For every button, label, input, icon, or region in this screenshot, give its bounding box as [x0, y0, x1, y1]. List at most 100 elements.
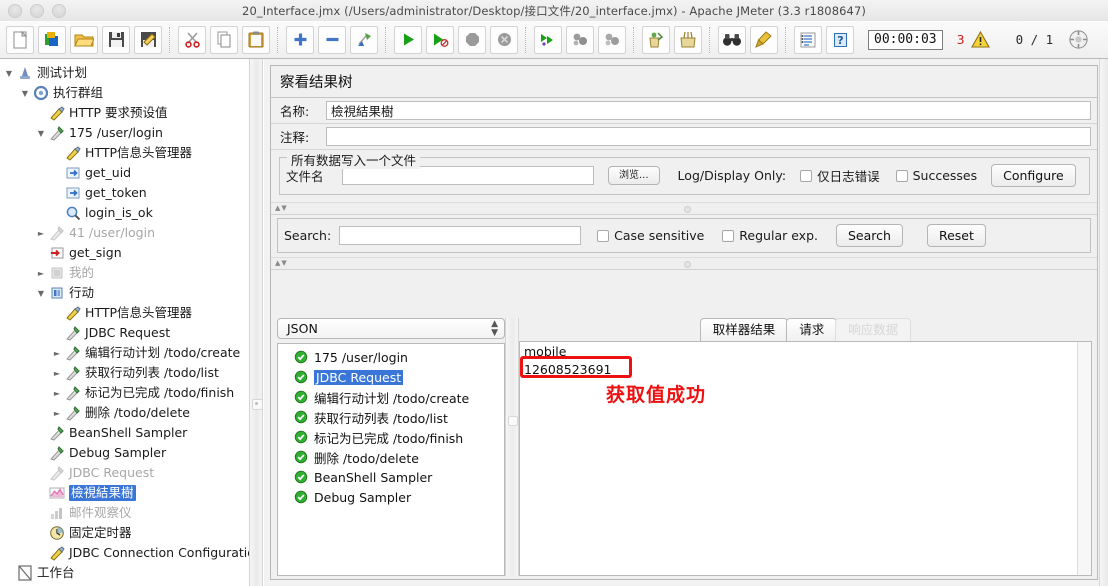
- start-no-pauses-icon[interactable]: [426, 25, 454, 54]
- tree-item[interactable]: login_is_ok: [0, 203, 249, 223]
- chevron-right-icon[interactable]: ►: [50, 349, 64, 358]
- divider-dot-icon-2[interactable]: [684, 261, 691, 268]
- bottom-divider[interactable]: ▲▼: [271, 257, 1097, 270]
- tree-item[interactable]: ► 我的: [0, 263, 249, 283]
- result-row[interactable]: 删除 /todo/delete: [278, 447, 504, 467]
- tree-item[interactable]: HTTP信息头管理器: [0, 143, 249, 163]
- tree-item[interactable]: ▼ 测试计划: [0, 63, 249, 83]
- renderer-select[interactable]: JSON ▲ ▼: [277, 318, 505, 339]
- errors-only-checkbox-box[interactable]: [800, 169, 813, 182]
- tree-item[interactable]: ▼ 行动: [0, 283, 249, 303]
- tree-item[interactable]: ► 编辑行动计划 /todo/create: [0, 343, 249, 363]
- result-row[interactable]: 标记为已完成 /todo/finish: [278, 427, 504, 447]
- result-row[interactable]: JDBC Request: [278, 367, 504, 387]
- tree-item[interactable]: 邮件观察仪: [0, 503, 249, 523]
- chevron-right-icon[interactable]: ►: [50, 369, 64, 378]
- regular-exp-checkbox-box[interactable]: [722, 229, 735, 242]
- cut-icon[interactable]: [178, 25, 206, 54]
- tree-item[interactable]: 檢視結果樹: [0, 483, 249, 503]
- chevron-right-icon[interactable]: ►: [34, 269, 48, 278]
- successes-checkbox-box[interactable]: [895, 169, 908, 182]
- chevron-down-icon[interactable]: ▼: [34, 289, 48, 298]
- save-icon[interactable]: [102, 25, 130, 54]
- top-divider[interactable]: ▲▼: [271, 202, 1097, 215]
- tree-item[interactable]: ▼ 执行群组: [0, 83, 249, 103]
- result-row[interactable]: 获取行动列表 /todo/list: [278, 407, 504, 427]
- new-icon[interactable]: [6, 25, 34, 54]
- name-input[interactable]: 檢視結果樹: [326, 101, 1091, 120]
- detail-scrollbar[interactable]: [1077, 342, 1091, 575]
- successes-checkbox[interactable]: Successes: [895, 168, 977, 183]
- chevron-down-icon[interactable]: ▼: [34, 129, 48, 138]
- divider-arrows-icon[interactable]: ▲▼: [275, 204, 288, 212]
- collapse-all-icon[interactable]: [318, 25, 346, 54]
- tree-item[interactable]: ► 获取行动列表 /todo/list: [0, 363, 249, 383]
- divider-dot-icon[interactable]: [684, 206, 691, 213]
- result-row[interactable]: BeanShell Sampler: [278, 467, 504, 487]
- tree-item[interactable]: 固定定时器: [0, 523, 249, 543]
- paste-icon[interactable]: [242, 25, 270, 54]
- browse-button[interactable]: 浏览...: [608, 166, 660, 185]
- save-as-icon[interactable]: [134, 25, 162, 54]
- case-sensitive-checkbox-box[interactable]: [597, 229, 610, 242]
- chevron-updown-icon[interactable]: ▲ ▼: [491, 319, 498, 338]
- warning-icon[interactable]: [970, 31, 990, 48]
- configure-button[interactable]: Configure: [991, 164, 1076, 187]
- tree-item[interactable]: ▼ 175 /user/login: [0, 123, 249, 143]
- toggle-icon[interactable]: [350, 25, 378, 54]
- clear-all-icon[interactable]: [674, 25, 702, 54]
- tree-item[interactable]: ► 标记为已完成 /todo/finish: [0, 383, 249, 403]
- results-detail-splitter[interactable]: [505, 318, 519, 576]
- reset-search-icon[interactable]: [750, 25, 778, 54]
- tree-item[interactable]: 工作台: [0, 563, 249, 583]
- start-icon[interactable]: [394, 25, 422, 54]
- vertical-splitter[interactable]: [249, 59, 263, 586]
- minimize-window-button[interactable]: [30, 3, 44, 18]
- search-input[interactable]: [339, 226, 582, 245]
- maximize-window-button[interactable]: [52, 3, 66, 18]
- copy-icon[interactable]: [210, 25, 238, 54]
- case-sensitive-checkbox[interactable]: Case sensitive: [597, 228, 704, 243]
- tree-item[interactable]: HTTP 要求预设值: [0, 103, 249, 123]
- tree-item[interactable]: ► 41 /user/login: [0, 223, 249, 243]
- help-icon[interactable]: ?: [826, 25, 854, 54]
- templates-icon[interactable]: [38, 25, 66, 54]
- search-icon[interactable]: [718, 25, 746, 54]
- close-window-button[interactable]: [8, 3, 22, 18]
- open-icon[interactable]: [70, 25, 98, 54]
- shutdown-icon[interactable]: [490, 25, 518, 54]
- expand-all-icon[interactable]: [286, 25, 314, 54]
- detail-tabs[interactable]: 取样器结果 请求 响应数据: [519, 318, 1092, 341]
- detail-body[interactable]: mobile 12608523691 获取值成功: [519, 341, 1092, 576]
- clear-icon[interactable]: [642, 25, 670, 54]
- result-row[interactable]: 175 /user/login: [278, 347, 504, 367]
- tree-item[interactable]: get_token: [0, 183, 249, 203]
- splitter-grip[interactable]: [252, 399, 263, 410]
- test-plan-tree-pane[interactable]: ▼ 测试计划 ▼ 执行群组 HTTP 要求预设值 ▼ 175 /user/login HTTP…: [0, 59, 249, 586]
- remote-start-all-icon[interactable]: [534, 25, 562, 54]
- regular-exp-checkbox[interactable]: Regular exp.: [722, 228, 818, 243]
- search-button[interactable]: Search: [836, 224, 903, 247]
- right-edge-scroll[interactable]: [1099, 59, 1108, 586]
- result-row[interactable]: Debug Sampler: [278, 487, 504, 507]
- comment-input[interactable]: [326, 127, 1091, 146]
- divider-arrows-icon-2[interactable]: ▲▼: [275, 259, 288, 267]
- window-controls[interactable]: [8, 3, 66, 18]
- tree-item[interactable]: get_sign: [0, 243, 249, 263]
- errors-only-checkbox[interactable]: 仅日志错误: [800, 166, 880, 185]
- chevron-down-icon[interactable]: ▼: [18, 89, 32, 98]
- tree-item[interactable]: JDBC Request: [0, 463, 249, 483]
- chevron-right-icon[interactable]: ►: [34, 229, 48, 238]
- detail-tab[interactable]: 请求: [786, 318, 838, 341]
- result-row[interactable]: 编辑行动计划 /todo/create: [278, 387, 504, 407]
- chevron-right-icon[interactable]: ►: [50, 389, 64, 398]
- chevron-right-icon[interactable]: ►: [50, 409, 64, 418]
- tree-item[interactable]: ► 删除 /todo/delete: [0, 403, 249, 423]
- tree-item[interactable]: JDBC Connection Configuration: [0, 543, 249, 563]
- tree-item[interactable]: BeanShell Sampler: [0, 423, 249, 443]
- sampler-results-list[interactable]: 175 /user/login JDBC Request 编辑行动计划 /todo/…: [277, 343, 505, 576]
- tree-item[interactable]: get_uid: [0, 163, 249, 183]
- detail-tab[interactable]: 取样器结果: [699, 318, 789, 341]
- tree-item[interactable]: JDBC Request: [0, 323, 249, 343]
- function-helper-icon[interactable]: [794, 25, 822, 54]
